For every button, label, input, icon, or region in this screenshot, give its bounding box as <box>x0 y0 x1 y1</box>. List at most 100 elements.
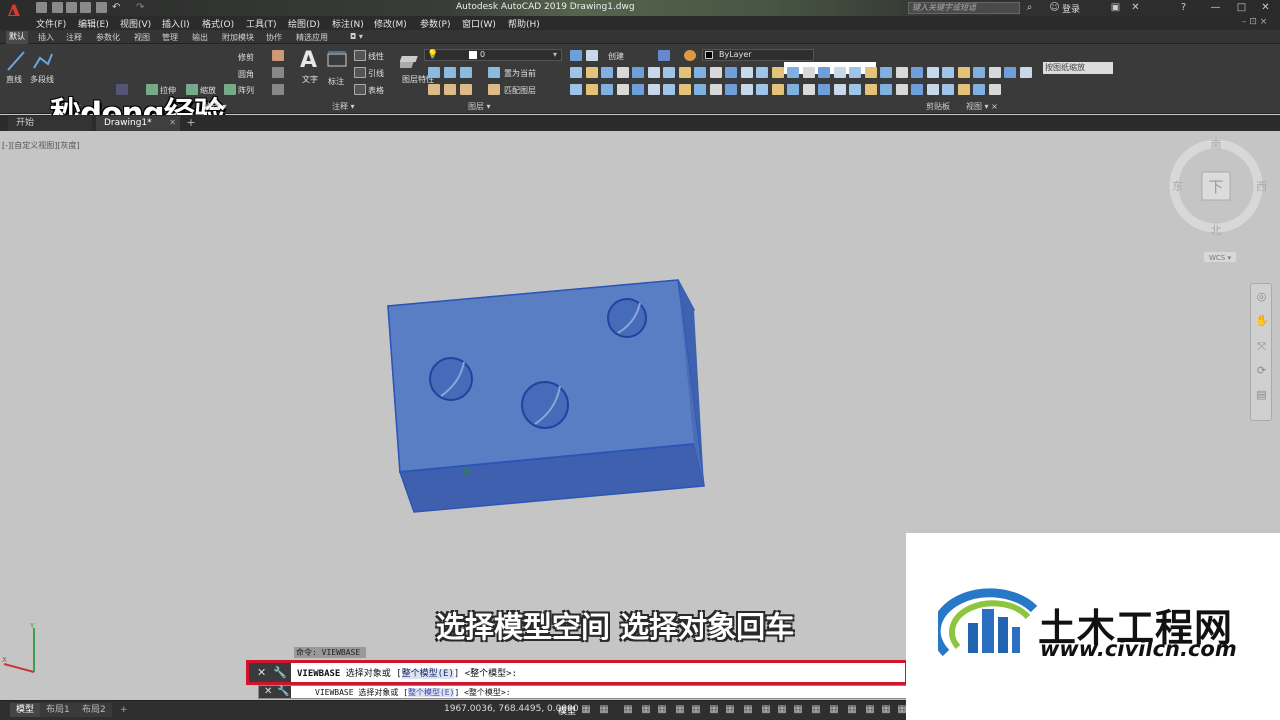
status-toggle-icon[interactable]: ▦ <box>640 704 652 716</box>
ribbon-tool-icon[interactable] <box>678 67 691 78</box>
ribbon-tool-icon[interactable] <box>647 67 660 78</box>
status-toggle-icon[interactable]: ▦ <box>846 704 858 716</box>
scale-icon[interactable] <box>186 84 198 95</box>
undo-icon[interactable]: ↶ <box>112 2 126 13</box>
ribbon-tool-icon[interactable] <box>1019 67 1032 78</box>
trim-tool-label[interactable]: 修剪 <box>238 52 254 63</box>
tab-insert[interactable]: 插入 <box>38 32 54 43</box>
status-toggle-icon[interactable]: ▦ <box>622 704 634 716</box>
window-controls-icon[interactable]: – ⊡ × <box>1242 17 1267 27</box>
exchange-icon[interactable]: ✕ <box>1130 2 1141 13</box>
print-icon[interactable] <box>96 2 107 13</box>
customize-command-icon[interactable]: 🔧 <box>273 667 287 679</box>
ribbon-tool-icon[interactable] <box>787 84 799 95</box>
offset-icon[interactable] <box>272 84 284 95</box>
layer-properties-icon[interactable] <box>400 50 422 72</box>
tab-addins[interactable]: 附加模块 <box>222 32 254 43</box>
ribbon-tool-icon[interactable] <box>818 67 830 78</box>
layer-tool-icon[interactable] <box>460 84 472 95</box>
app-store-icon[interactable]: ▣ <box>1110 2 1121 13</box>
redo-icon[interactable]: ↷ <box>136 2 150 13</box>
ribbon-tool-icon[interactable] <box>926 84 939 95</box>
menu-window[interactable]: 窗口(W) <box>462 17 496 30</box>
ribbon-tool-icon[interactable] <box>678 84 691 95</box>
status-toggle-icon[interactable]: ▦ <box>690 704 702 716</box>
ribbon-tool-icon[interactable] <box>585 50 598 61</box>
compass-north[interactable]: 南 <box>1211 138 1222 151</box>
close-tab-icon[interactable]: ✕ <box>169 116 176 130</box>
ribbon-toggle-icon[interactable]: ◘ ▾ <box>350 32 363 41</box>
ribbon-tool-icon[interactable] <box>926 67 939 78</box>
orbit-icon[interactable]: ⟳ <box>1255 364 1268 377</box>
tab-featured-apps[interactable]: 精选应用 <box>296 32 328 43</box>
pan-icon[interactable]: ✋ <box>1255 314 1269 327</box>
array-icon[interactable] <box>224 84 236 95</box>
menu-view[interactable]: 视图(V) <box>120 17 151 30</box>
layers-panel-label[interactable]: 图层 ▾ <box>468 101 491 112</box>
status-toggle-icon[interactable]: ▦ <box>776 704 788 716</box>
polyline-tool-icon[interactable] <box>32 50 54 72</box>
ribbon-tool-icon[interactable] <box>647 84 660 95</box>
tab-layout2[interactable]: 布局2 <box>76 703 112 717</box>
status-toggle-icon[interactable]: ▦ <box>598 704 610 716</box>
search-icon[interactable]: ⌕ <box>1024 2 1035 13</box>
ribbon-tool-icon[interactable] <box>740 84 753 95</box>
color-wheel-icon[interactable] <box>684 50 696 61</box>
ribbon-tool-icon[interactable] <box>849 84 861 95</box>
polyline-tool-label[interactable]: 多段线 <box>30 74 54 85</box>
ribbon-tool-icon[interactable] <box>771 84 784 95</box>
ribbon-tool-icon[interactable] <box>942 84 954 95</box>
search-input[interactable]: 键入关键字或短语 <box>908 2 1020 14</box>
ribbon-tool-icon[interactable] <box>756 84 768 95</box>
ribbon-tool-icon[interactable] <box>663 84 675 95</box>
status-toggle-icon[interactable]: ▦ <box>760 704 772 716</box>
ribbon-tool-icon[interactable] <box>570 50 582 61</box>
tab-default[interactable]: 默认 <box>6 31 28 44</box>
ribbon-tool-icon[interactable] <box>911 84 923 95</box>
tab-view[interactable]: 视图 <box>134 32 150 43</box>
close-icon[interactable]: ✕ <box>1260 2 1271 13</box>
table-icon[interactable] <box>354 84 366 95</box>
layer-dropdown[interactable]: 💡 0 ▾ <box>424 49 562 61</box>
ribbon-tool-icon[interactable] <box>988 67 1001 78</box>
menu-parametric[interactable]: 参数(P) <box>420 17 450 30</box>
ribbon-tool-icon[interactable] <box>740 67 753 78</box>
menu-insert[interactable]: 插入(I) <box>162 17 190 30</box>
compass-south[interactable]: 北 <box>1211 224 1222 237</box>
viewport-controls[interactable]: [-][自定义视图][灰度] <box>2 140 80 151</box>
save-icon[interactable] <box>66 2 77 13</box>
ribbon-tool-icon[interactable] <box>570 84 582 95</box>
status-toggle-icon[interactable]: ▦ <box>742 704 754 716</box>
modify-panel-label[interactable]: 修改 ▾ <box>204 101 227 112</box>
compass-east[interactable]: 西 <box>1256 180 1267 193</box>
ribbon-tool-icon[interactable] <box>957 67 970 78</box>
ribbon-tool-icon[interactable] <box>895 67 908 78</box>
ribbon-tool-icon[interactable] <box>957 84 970 95</box>
ribbon-tool-icon[interactable] <box>694 67 706 78</box>
layer-tool-icon[interactable] <box>444 67 456 78</box>
lightbulb-icon[interactable]: 💡 <box>427 50 438 61</box>
make-current-icon[interactable] <box>488 67 500 78</box>
ribbon-tool-icon[interactable] <box>585 67 598 78</box>
line-tool-icon[interactable] <box>6 50 26 72</box>
ribbon-tool-icon[interactable] <box>771 67 784 78</box>
tab-output[interactable]: 输出 <box>192 32 208 43</box>
ribbon-tool-icon[interactable] <box>895 84 908 95</box>
wrench-icon[interactable]: 🔧 <box>277 686 289 698</box>
status-toggle-icon[interactable]: ▦ <box>864 704 876 716</box>
ribbon-tool-icon[interactable] <box>663 67 675 78</box>
view-scale-dropdown[interactable]: 按图纸缩放 <box>1043 62 1113 74</box>
table-tool-label[interactable]: 表格 <box>368 85 384 96</box>
pencil-icon[interactable] <box>272 50 284 61</box>
dimension-tool-icon[interactable] <box>326 50 348 70</box>
layer-tool-icon[interactable] <box>444 84 456 95</box>
tab-layout1[interactable]: 布局1 <box>40 703 76 717</box>
ribbon-tool-icon[interactable] <box>709 67 722 78</box>
menu-format[interactable]: 格式(O) <box>202 17 234 30</box>
ribbon-tool-icon[interactable] <box>632 84 644 95</box>
block-icon[interactable] <box>658 50 670 61</box>
status-toggle-icon[interactable]: ▦ <box>580 704 592 716</box>
array-tool-label[interactable]: 阵列 <box>238 85 254 96</box>
menu-dimension[interactable]: 标注(N) <box>332 17 364 30</box>
stretch-icon[interactable] <box>146 84 158 95</box>
